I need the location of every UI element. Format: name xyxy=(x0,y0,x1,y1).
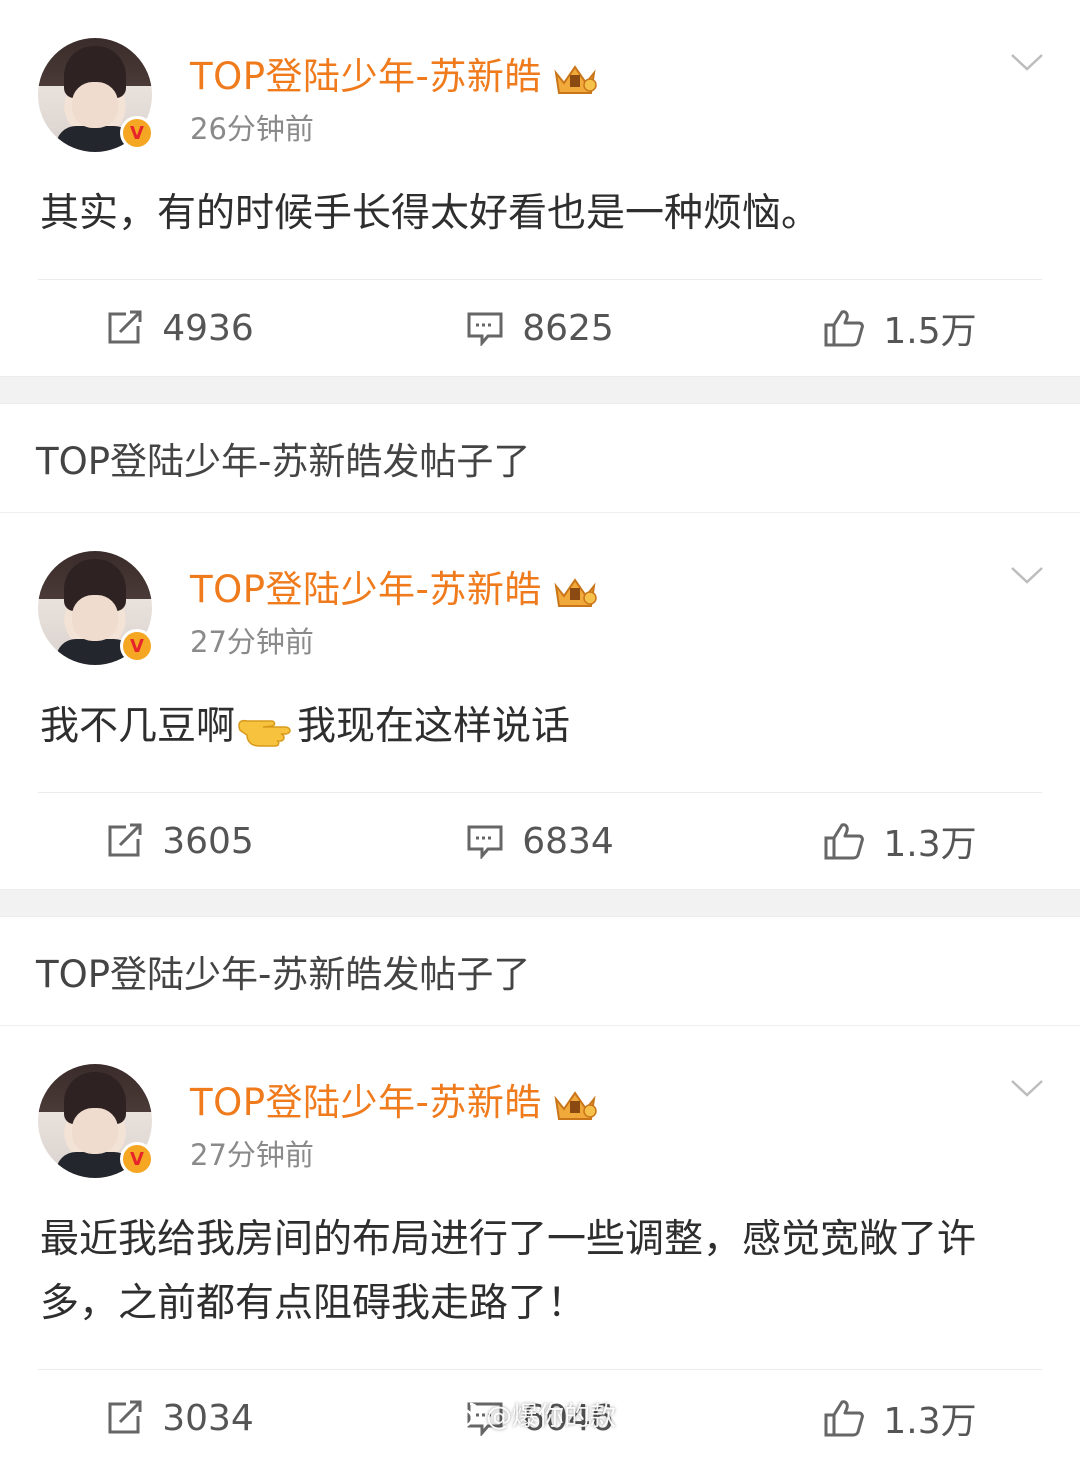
repost-button[interactable]: 4936 xyxy=(0,308,360,349)
repost-icon xyxy=(108,310,142,344)
comment-icon xyxy=(467,825,503,859)
thumbs-up-icon xyxy=(824,823,865,860)
comment-count: 6834 xyxy=(522,820,614,862)
like-button[interactable]: 1.3万 xyxy=(720,815,1080,867)
username-text[interactable]: TOP登陆少年-苏新皓 xyxy=(190,55,542,98)
post-text-content: 最近我给我房间的布局进行了一些调整，感觉宽敞了许多，之前都有点阻碍我走路了！ xyxy=(40,1217,977,1326)
like-count: 1.5万 xyxy=(883,311,977,352)
post-text-content: 我不几豆啊 xyxy=(40,704,236,749)
weibo-logo-icon xyxy=(446,1402,479,1428)
comment-button[interactable]: 8625 xyxy=(360,308,720,349)
like-count: 1.3万 xyxy=(883,824,977,865)
username-text[interactable]: TOP登陆少年-苏新皓 xyxy=(190,1081,542,1124)
feed-separator xyxy=(0,889,1080,917)
post-card[interactable]: V TOP登陆少年-苏新皓 27分钟前 我不几豆啊 我现在这样说话 3605 68… xyxy=(0,513,1080,889)
repost-count: 3034 xyxy=(162,1397,254,1439)
pointing-hand-emoji xyxy=(238,719,291,747)
post-actions: 4936 8625 1.5万 xyxy=(0,280,1080,376)
chevron-down-icon[interactable] xyxy=(1010,52,1044,72)
verified-badge-icon: V xyxy=(120,1142,154,1176)
comment-icon xyxy=(467,312,503,346)
like-count: 1.3万 xyxy=(883,1401,977,1442)
avatar[interactable]: V xyxy=(38,1064,154,1178)
post-text-content: 我现在这样说话 xyxy=(297,704,571,749)
weibo-feed: V TOP登陆少年-苏新皓 26分钟前 其实，有的时候手长得太好看也是一种烦恼。… xyxy=(0,0,1080,1466)
repost-button[interactable]: 3034 xyxy=(0,1398,360,1439)
post-context-header[interactable]: TOP登陆少年-苏新皓发帖子了 xyxy=(0,404,1080,513)
post-header: V TOP登陆少年-苏新皓 27分钟前 xyxy=(0,1026,1080,1178)
watermark: @爆你的款 xyxy=(446,1396,616,1433)
post-text: 最近我给我房间的布局进行了一些调整，感觉宽敞了许多，之前都有点阻碍我走路了！ xyxy=(0,1176,1080,1336)
repost-count: 3605 xyxy=(162,820,254,862)
post-timestamp: 26分钟前 xyxy=(190,112,314,146)
crown-icon xyxy=(554,1090,597,1120)
username-text[interactable]: TOP登陆少年-苏新皓 xyxy=(190,568,542,611)
post-card[interactable]: V TOP登陆少年-苏新皓 26分钟前 其实，有的时候手长得太好看也是一种烦恼。… xyxy=(0,0,1080,376)
repost-icon xyxy=(108,1400,142,1434)
post-timestamp: 27分钟前 xyxy=(190,625,314,659)
verified-badge-icon: V xyxy=(120,629,154,663)
post-actions: 3605 6834 1.3万 xyxy=(0,793,1080,889)
post-header: V TOP登陆少年-苏新皓 26分钟前 xyxy=(0,0,1080,152)
repost-icon xyxy=(108,823,142,857)
repost-button[interactable]: 3605 xyxy=(0,821,360,862)
chevron-down-icon[interactable] xyxy=(1010,1078,1044,1098)
post-timestamp: 27分钟前 xyxy=(190,1138,314,1172)
feed-separator xyxy=(0,376,1080,404)
avatar[interactable]: V xyxy=(38,38,154,152)
avatar[interactable]: V xyxy=(38,551,154,665)
post-header: V TOP登陆少年-苏新皓 27分钟前 xyxy=(0,513,1080,665)
username[interactable]: TOP登陆少年-苏新皓 xyxy=(190,46,598,100)
post-text: 我不几豆啊 我现在这样说话 xyxy=(0,663,1080,759)
thumbs-up-icon xyxy=(824,310,865,347)
crown-icon xyxy=(554,64,597,94)
verified-badge-icon: V xyxy=(120,116,154,150)
watermark-text: @爆你的款 xyxy=(486,1402,617,1432)
repost-count: 4936 xyxy=(162,307,254,349)
username[interactable]: TOP登陆少年-苏新皓 xyxy=(190,559,598,613)
comment-count: 8625 xyxy=(522,307,614,349)
like-button[interactable]: 1.5万 xyxy=(720,302,1080,354)
crown-icon xyxy=(554,577,597,607)
username[interactable]: TOP登陆少年-苏新皓 xyxy=(190,1072,598,1126)
chevron-down-icon[interactable] xyxy=(1010,565,1044,585)
post-text: 其实，有的时候手长得太好看也是一种烦恼。 xyxy=(0,150,1080,246)
like-button[interactable]: 1.3万 xyxy=(720,1392,1080,1444)
post-context-header[interactable]: TOP登陆少年-苏新皓发帖子了 xyxy=(0,917,1080,1026)
thumbs-up-icon xyxy=(824,1400,865,1437)
comment-button[interactable]: 6834 xyxy=(360,821,720,862)
post-text-content: 其实，有的时候手长得太好看也是一种烦恼。 xyxy=(40,191,821,236)
